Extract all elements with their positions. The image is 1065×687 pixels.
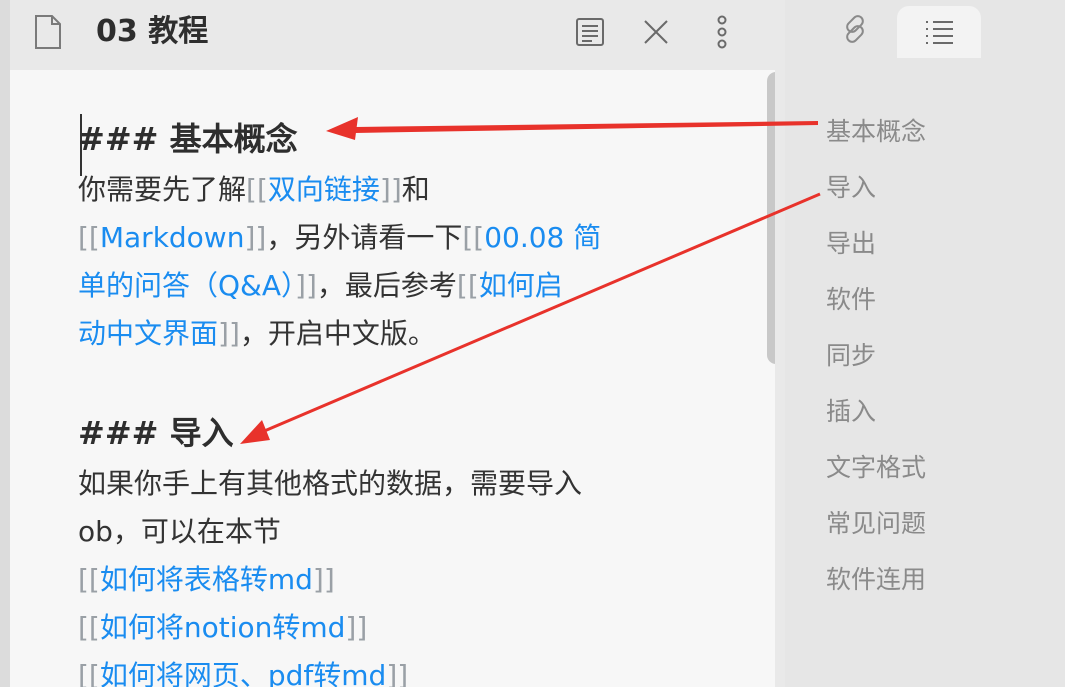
outline-item[interactable]: 导出 <box>826 216 1056 272</box>
internal-link[interactable]: Markdown <box>100 221 245 254</box>
link-bracket: ]] <box>295 269 317 302</box>
link-bracket: [[ <box>78 563 100 596</box>
link-bracket: ]] <box>379 173 402 206</box>
outline-item[interactable]: 常见问题 <box>826 496 1056 552</box>
internal-link[interactable]: 如何将表格转md <box>100 563 313 596</box>
text-span: ，最后参考 <box>316 269 457 302</box>
text-span: 你需要先了解 <box>78 173 247 206</box>
link-bracket: ]] <box>244 221 267 254</box>
link-bracket: ]] <box>312 563 335 596</box>
close-icon[interactable] <box>639 14 673 50</box>
heading-basic-concepts: ### 基本概念 <box>78 120 298 158</box>
internal-link[interactable]: 00.08 简 <box>484 221 601 254</box>
internal-link[interactable]: 双向链接 <box>268 173 380 206</box>
paragraph-import: 如果你手上有其他格式的数据，需要导入 ob，可以在本节 [[如何将表格转md]]… <box>78 460 668 687</box>
scrollbar-thumb[interactable] <box>767 72 775 364</box>
editor-tab-header: 03 教程 <box>0 0 785 70</box>
text-span: 如果你手上有其他格式的数据，需要导入 <box>78 467 583 500</box>
link-bracket: [[ <box>78 611 100 644</box>
editor-area[interactable]: ### 基本概念 你需要先了解[[双向链接]]和 [[Markdown]]，另外… <box>10 70 775 687</box>
paragraph-basic-concepts: 你需要先了解[[双向链接]]和 [[Markdown]]，另外请看一下[[00.… <box>78 166 668 358</box>
link-bracket: ]] <box>218 317 240 350</box>
outline-item[interactable]: 导入 <box>826 160 1056 216</box>
link-bracket: ]] <box>345 611 368 644</box>
text-span: ，另外请看一下 <box>266 221 463 254</box>
outline-list: 基本概念 导入 导出 软件 同步 插入 文字格式 常见问题 软件连用 <box>826 104 1056 608</box>
more-options-icon[interactable] <box>705 14 739 50</box>
internal-link[interactable]: 如何启 <box>479 269 563 302</box>
link-bracket: [[ <box>78 221 100 254</box>
link-bracket: [[ <box>246 173 268 206</box>
reading-view-icon[interactable] <box>573 14 607 50</box>
outline-item[interactable]: 基本概念 <box>826 104 1056 160</box>
link-bracket: [[ <box>456 269 479 302</box>
outline-item[interactable]: 插入 <box>826 384 1056 440</box>
note-title: 03 教程 <box>96 14 209 49</box>
text-span: 和 <box>401 173 430 206</box>
file-icon <box>34 14 62 50</box>
link-bracket: [[ <box>78 659 100 687</box>
note-content[interactable]: ### 基本概念 你需要先了解[[双向链接]]和 [[Markdown]]，另外… <box>78 112 668 687</box>
sidebar-tab-bar <box>785 0 1065 58</box>
internal-link[interactable]: 单的问答（Q&A） <box>78 269 295 302</box>
outline-list-icon[interactable] <box>897 6 981 58</box>
outline-item[interactable]: 文字格式 <box>826 440 1056 496</box>
pane-edge <box>0 0 10 687</box>
outline-item[interactable]: 同步 <box>826 328 1056 384</box>
link-icon[interactable] <box>825 6 885 52</box>
internal-link[interactable]: 动中文界面 <box>78 317 218 350</box>
internal-link[interactable]: 如何将网页、pdf转md <box>100 659 386 687</box>
right-sidebar: 基本概念 导入 导出 软件 同步 插入 文字格式 常见问题 软件连用 <box>785 0 1065 687</box>
outline-item[interactable]: 软件 <box>826 272 1056 328</box>
text-span: ，开启中文版。 <box>239 317 436 350</box>
link-bracket: ]] <box>386 659 409 687</box>
link-bracket: [[ <box>462 221 485 254</box>
heading-import: ### 导入 <box>78 414 234 452</box>
internal-link[interactable]: 如何将notion转md <box>100 611 346 644</box>
outline-item[interactable]: 软件连用 <box>826 552 1056 608</box>
text-span: ob，可以在本节 <box>78 515 281 548</box>
